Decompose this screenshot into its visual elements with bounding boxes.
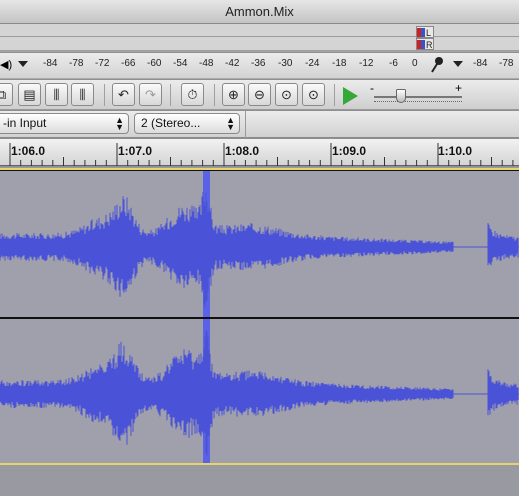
zoom-in-button[interactable]: ⊕ [222, 83, 245, 106]
zoom-in-icon: ⊕ [228, 87, 239, 102]
timeline-label: 1:08.0 [225, 144, 260, 158]
fit-project-icon: ⊙ [308, 87, 319, 102]
meter-line-right [0, 50, 519, 51]
playback-scale-tick: -30 [278, 58, 293, 69]
record-meter-menu-button[interactable] [453, 61, 463, 67]
playback-scale-tick: -42 [225, 58, 240, 69]
speed-minus-label: - [370, 81, 374, 95]
playback-scale-tick: -48 [199, 58, 214, 69]
speed-plus-label: + [455, 81, 463, 95]
waveform-left [0, 171, 519, 317]
input-source-value: -in Input [3, 116, 47, 130]
timeline-label: 1:09.0 [332, 144, 367, 158]
playback-scale-tick: -36 [251, 58, 266, 69]
playback-scale-tick: -72 [95, 58, 110, 69]
playback-scale-tick: -54 [173, 58, 188, 69]
sync-lock-button[interactable]: ⏱ [181, 83, 204, 106]
waveform-path [0, 330, 519, 456]
playback-scale-tick: -78 [69, 58, 84, 69]
playback-scale-tick: -66 [121, 58, 136, 69]
play-at-speed-button[interactable] [343, 87, 358, 105]
input-channels-value: 2 (Stereo... [141, 116, 201, 130]
level-meter-strip: L R [0, 24, 519, 52]
timeline-label: 1:10.0 [438, 144, 473, 158]
right-channel-label: R [426, 40, 433, 50]
device-toolbar: -in Input ▲ ▼ 2 (Stereo... ▲ ▼ [0, 111, 519, 138]
right-channel-meter: R [416, 38, 434, 50]
audio-track-right-channel[interactable] [0, 318, 519, 464]
waveform-right [0, 319, 519, 463]
zoom-out-button[interactable]: ⊖ [248, 83, 271, 106]
undo-icon: ↶ [118, 87, 129, 102]
redo-icon: ↷ [145, 87, 156, 102]
timer-icon: ⏱ [187, 87, 198, 102]
left-channel-meter: L [416, 26, 434, 38]
paste-button[interactable]: ▤ [18, 83, 41, 106]
silence-audio-button[interactable]: ⫼ [71, 83, 94, 106]
trim-audio-button[interactable]: ⫼ [45, 83, 68, 106]
zoom-out-icon: ⊖ [254, 87, 265, 102]
playback-scale-tick: -24 [305, 58, 320, 69]
fit-selection-icon: ⊙ [281, 87, 292, 102]
undo-button[interactable]: ↶ [112, 83, 135, 106]
speaker-icon: ◀) [0, 59, 13, 71]
playback-speed-track [374, 96, 462, 98]
fit-project-button[interactable]: ⊙ [302, 83, 325, 106]
redo-button[interactable]: ↷ [139, 83, 162, 106]
playback-scale-tick: -6 [389, 58, 398, 69]
timeline-ruler[interactable]: 1:06.0 1:07.0 1:08.0 1:09.0 1:10.0 [0, 139, 519, 166]
select-down-icon: ▼ [226, 122, 235, 132]
empty-track-area[interactable] [0, 465, 519, 496]
record-scale-tick: -78 [499, 58, 514, 69]
playback-speed-slider[interactable] [396, 89, 406, 103]
window-title: Ammon.Mix [0, 0, 519, 24]
trim-icon: ⫼ [53, 87, 60, 102]
waveform-path [0, 192, 519, 308]
input-source-select[interactable]: -in Input ▲ ▼ [0, 113, 129, 134]
playback-scale-tick: -12 [359, 58, 374, 69]
timeline-label: 1:06.0 [11, 144, 46, 158]
playback-meter-menu-button[interactable] [18, 61, 28, 67]
cut-button[interactable]: ⧉ [0, 83, 13, 106]
fit-selection-button[interactable]: ⊙ [275, 83, 298, 106]
paste-icon: ▤ [23, 87, 36, 102]
playback-scale-tick: 0 [412, 58, 418, 69]
record-scale-tick: -84 [473, 58, 488, 69]
edit-toolbar: ⧉ ▤ ⫼ ⫼ ↶ ↷ ⏱ ⊕ ⊖ ⊙ ⊙ - + [0, 80, 519, 110]
silence-icon: ⫼ [79, 87, 86, 102]
playback-scale-tick: -60 [147, 58, 162, 69]
meter-line-left [0, 36, 519, 37]
playback-scale-tick: -18 [332, 58, 347, 69]
microphone-icon [431, 57, 443, 73]
playback-scale-tick: -84 [43, 58, 58, 69]
audio-track-left-channel[interactable] [0, 170, 519, 318]
input-channels-select[interactable]: 2 (Stereo... ▲ ▼ [134, 113, 240, 134]
cut-icon: ⧉ [0, 87, 7, 102]
meter-scale-toolbar: ◀) -84 -78 -72 -66 -60 -54 -48 -42 -36 -… [0, 53, 519, 79]
timeline-label: 1:07.0 [118, 144, 153, 158]
select-down-icon: ▼ [115, 122, 124, 132]
